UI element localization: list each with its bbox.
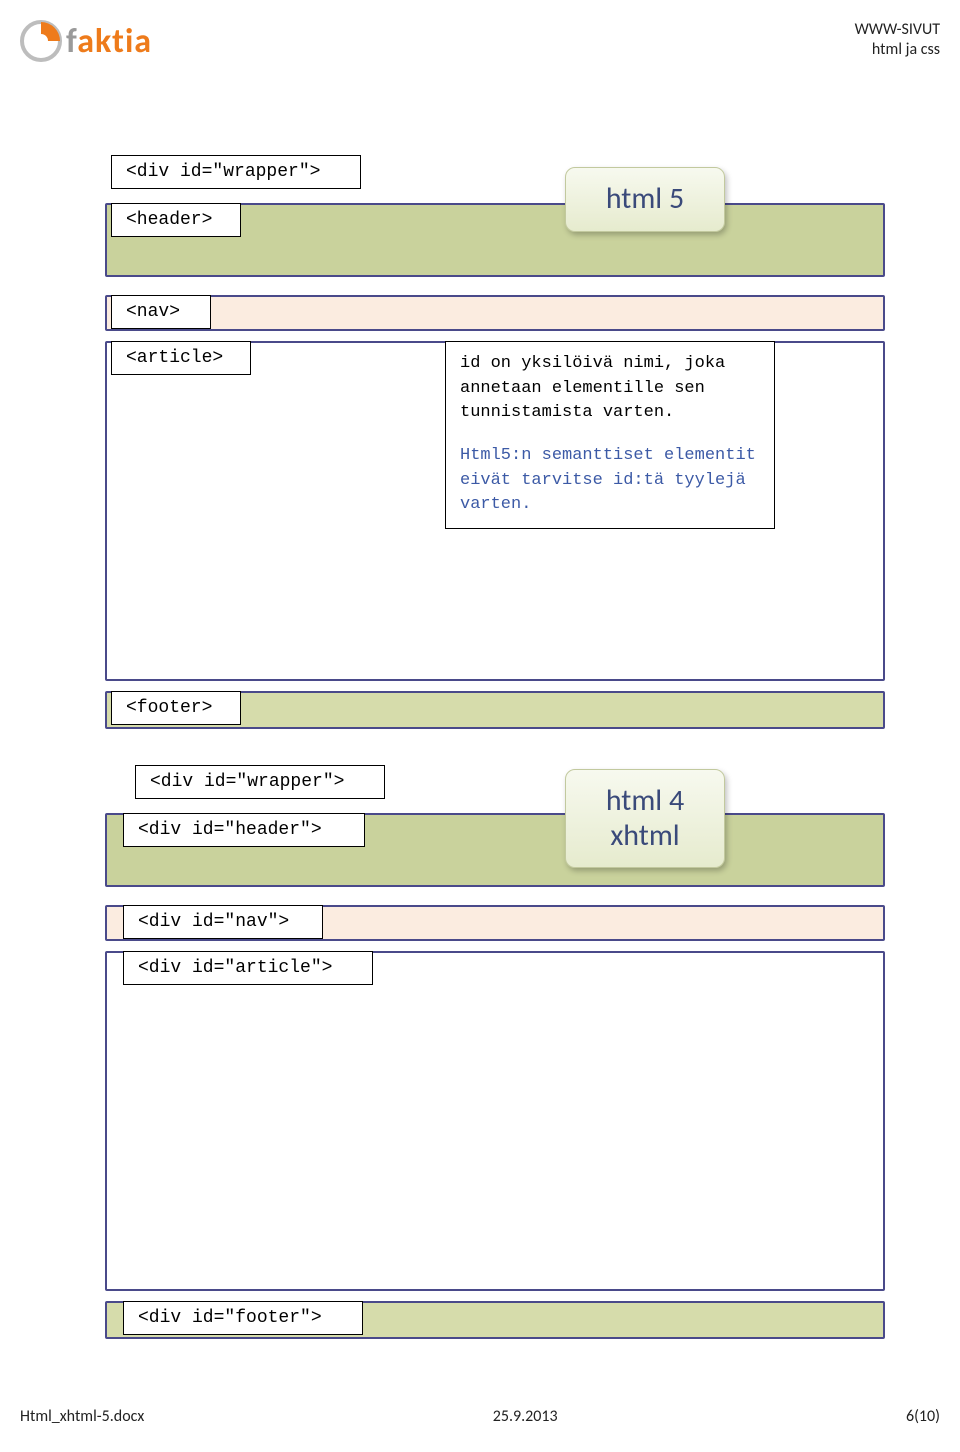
logo: faktia xyxy=(20,20,152,62)
tag-nav: <nav> xyxy=(111,295,211,329)
page-header: faktia WWW-SIVUT html ja css xyxy=(20,20,940,62)
tag-header-2: <div id="header"> xyxy=(123,813,365,847)
diagram-html5: <div id="wrapper"> <header> html 5 <nav>… xyxy=(105,155,885,735)
info-paragraph1: id on yksilöivä nimi, joka annetaan elem… xyxy=(460,352,760,426)
logo-letter-f: f xyxy=(66,21,77,62)
tag-footer-2: <div id="footer"> xyxy=(123,1301,363,1335)
badge-line1: html 4 xyxy=(596,784,694,819)
tag-article-2: <div id="article"> xyxy=(123,951,373,985)
band-article-2 xyxy=(105,951,885,1291)
footer-right: 6(10) xyxy=(906,1407,940,1426)
tag-wrapper-2: <div id="wrapper"> xyxy=(135,765,385,799)
content-area: <div id="wrapper"> <header> html 5 <nav>… xyxy=(105,155,885,1365)
badge-html5: html 5 xyxy=(565,167,725,232)
tag-nav-2: <div id="nav"> xyxy=(123,905,323,939)
band-nav xyxy=(105,295,885,331)
logo-text: faktia xyxy=(66,21,152,62)
badge-html4: html 4 xhtml xyxy=(565,769,725,868)
page-footer: Html_xhtml-5.docx 25.9.2013 6(10) xyxy=(20,1407,940,1426)
logo-letters-rest: aktia xyxy=(77,21,152,62)
header-right-text: WWW-SIVUT html ja css xyxy=(855,20,940,60)
tag-footer: <footer> xyxy=(111,691,241,725)
footer-left: Html_xhtml-5.docx xyxy=(20,1407,144,1426)
info-paragraph2: Html5:n semanttiset elementit eivät tarv… xyxy=(460,444,760,518)
header-line2: html ja css xyxy=(855,40,940,60)
tag-header: <header> xyxy=(111,203,241,237)
info-box: id on yksilöivä nimi, joka annetaan elem… xyxy=(445,341,775,529)
header-line1: WWW-SIVUT xyxy=(855,20,940,40)
tag-wrapper: <div id="wrapper"> xyxy=(111,155,361,189)
diagram-html4: <div id="wrapper"> <div id="header"> htm… xyxy=(105,765,885,1365)
tag-article: <article> xyxy=(111,341,251,375)
footer-center: 25.9.2013 xyxy=(493,1407,558,1426)
badge-line2: xhtml xyxy=(596,819,694,854)
logo-icon xyxy=(20,20,62,62)
